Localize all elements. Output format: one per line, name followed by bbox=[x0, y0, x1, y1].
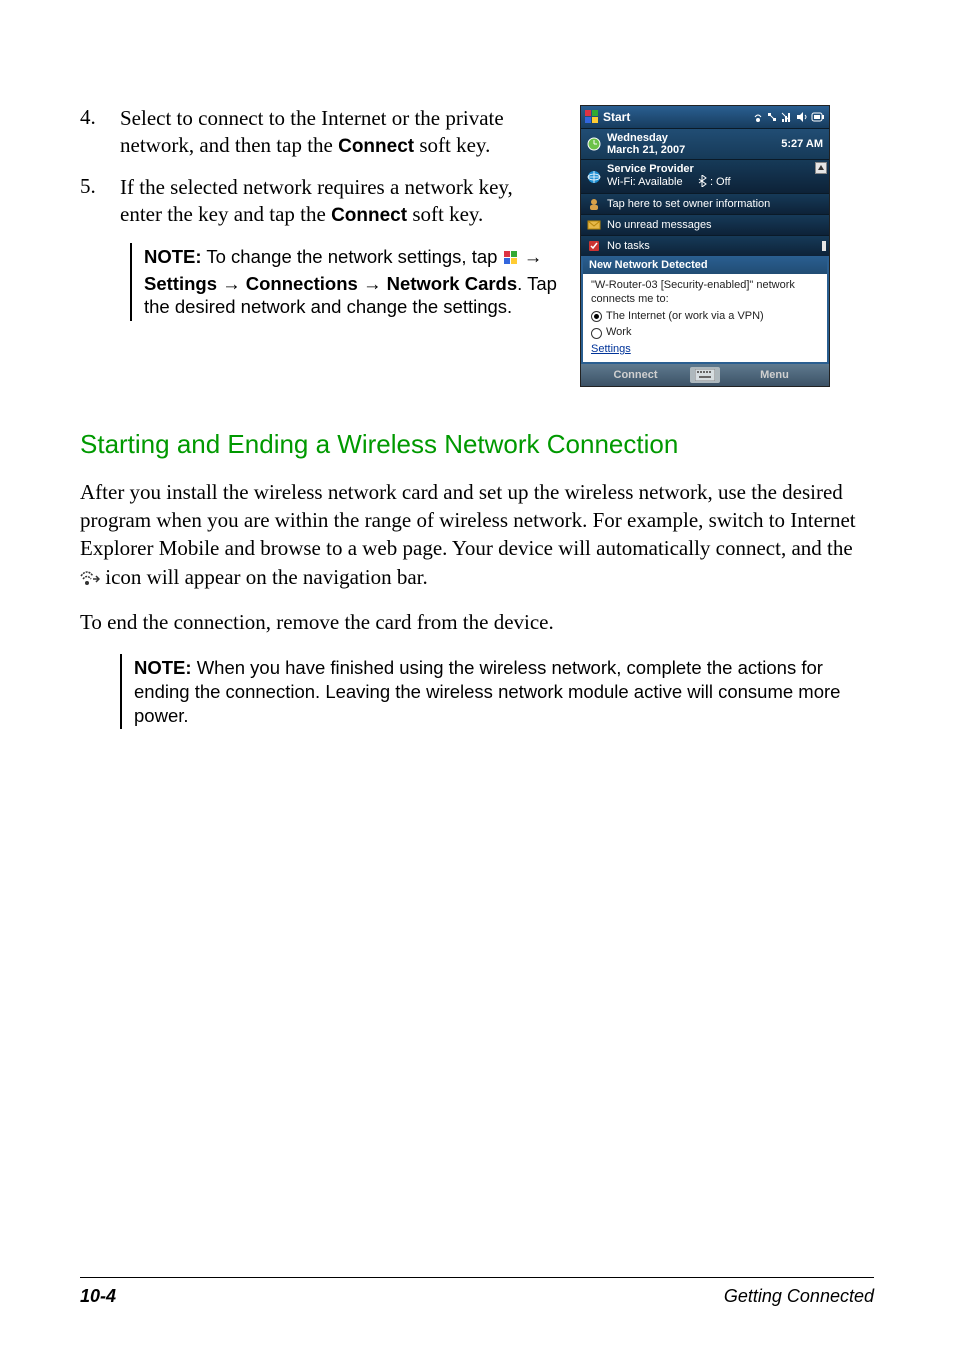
device-owner-text: Tap here to set owner information bbox=[607, 198, 770, 210]
signal-tray-icon bbox=[781, 111, 793, 123]
note-1-settings: Settings bbox=[144, 273, 217, 294]
device-screenshot: Start Wednesday March 21 bbox=[580, 105, 830, 387]
scroll-thumb[interactable] bbox=[822, 241, 826, 251]
wifi-connecting-icon bbox=[80, 566, 100, 594]
globe-icon bbox=[587, 170, 601, 184]
note-2-prefix: NOTE: bbox=[134, 657, 192, 678]
tasks-icon bbox=[587, 239, 601, 253]
body1-b: icon will appear on the navigation bar. bbox=[105, 565, 428, 589]
envelope-icon bbox=[587, 218, 601, 232]
bluetooth-icon bbox=[698, 175, 707, 190]
arrow-1: → bbox=[524, 246, 543, 267]
note-2-text: When you have finished using the wireles… bbox=[134, 657, 840, 725]
page-footer: 10-4 Getting Connected bbox=[80, 1277, 874, 1307]
radio-internet-label: The Internet (or work via a VPN) bbox=[606, 310, 764, 324]
connect-bold-2: Connect bbox=[331, 205, 407, 226]
device-date: March 21, 2007 bbox=[607, 144, 685, 156]
arrow-3: → bbox=[363, 273, 382, 294]
note-2: NOTE: When you have finished using the w… bbox=[120, 654, 864, 729]
step-4-number: 4. bbox=[80, 105, 120, 160]
popup-title: New Network Detected bbox=[583, 256, 827, 274]
device-provider-row[interactable]: Service Provider Wi-Fi: Available : Off bbox=[581, 159, 829, 193]
popup-settings-link[interactable]: Settings bbox=[591, 343, 631, 355]
step-5-b: soft key. bbox=[407, 202, 483, 226]
sip-keyboard-icon[interactable] bbox=[690, 367, 720, 383]
softkey-bar: Connect Menu bbox=[581, 364, 829, 386]
device-time: 5:27 AM bbox=[781, 138, 823, 150]
device-bt-off: : Off bbox=[707, 176, 731, 188]
device-title-bar[interactable]: Start bbox=[581, 106, 829, 128]
note-1: NOTE: To change the network settings, ta… bbox=[130, 243, 560, 321]
note-1-p1: To change the network settings, tap bbox=[202, 246, 503, 267]
radio-work-label: Work bbox=[606, 326, 631, 340]
device-tasks-row[interactable]: No tasks bbox=[581, 235, 829, 256]
battery-tray-icon bbox=[811, 111, 825, 123]
radio-button-icon[interactable] bbox=[591, 328, 602, 339]
note-1-connections: Connections bbox=[246, 273, 358, 294]
step-4-b: soft key. bbox=[414, 133, 490, 157]
step-4-text: Select to connect to the Internet or the… bbox=[120, 105, 560, 160]
start-flag-icon bbox=[503, 248, 519, 272]
radio-internet[interactable]: The Internet (or work via a VPN) bbox=[591, 310, 819, 324]
start-label[interactable]: Start bbox=[603, 110, 749, 124]
device-owner-row[interactable]: Tap here to set owner information bbox=[581, 193, 829, 214]
connect-tray-icon bbox=[766, 111, 778, 123]
body-paragraph-1: After you install the wireless network c… bbox=[80, 478, 874, 594]
step-5-text: If the selected network requires a netwo… bbox=[120, 174, 560, 229]
body1-a: After you install the wireless network c… bbox=[80, 480, 856, 561]
device-date-row[interactable]: Wednesday March 21, 2007 5:27 AM bbox=[581, 128, 829, 159]
device-day: Wednesday bbox=[607, 132, 685, 144]
windows-flag-icon[interactable] bbox=[585, 110, 599, 124]
radio-button-selected-icon[interactable] bbox=[591, 311, 602, 322]
note-1-prefix: NOTE: bbox=[144, 246, 202, 267]
footer-title: Getting Connected bbox=[724, 1286, 874, 1307]
device-unread-text: No unread messages bbox=[607, 219, 712, 231]
connect-bold-1: Connect bbox=[338, 136, 414, 157]
device-messages-row[interactable]: No unread messages bbox=[581, 214, 829, 235]
body-paragraph-2: To end the connection, remove the card f… bbox=[80, 608, 874, 636]
radio-work[interactable]: Work bbox=[591, 326, 819, 340]
device-wifi: Wi-Fi: Available bbox=[607, 176, 683, 188]
device-provider: Service Provider bbox=[607, 163, 731, 175]
section-heading: Starting and Ending a Wireless Network C… bbox=[80, 429, 874, 460]
footer-page-number: 10-4 bbox=[80, 1286, 116, 1307]
wifi-tray-icon bbox=[753, 111, 763, 123]
step-5-number: 5. bbox=[80, 174, 120, 229]
volume-tray-icon bbox=[796, 111, 808, 123]
owner-icon bbox=[587, 197, 601, 211]
softkey-menu[interactable]: Menu bbox=[720, 369, 829, 381]
device-tasks-text: No tasks bbox=[607, 240, 650, 252]
popup-network-line: "W-Router-03 [Security-enabled]" network… bbox=[591, 279, 819, 307]
softkey-connect[interactable]: Connect bbox=[581, 369, 690, 381]
scroll-up-button[interactable] bbox=[815, 162, 827, 174]
new-network-popup: New Network Detected "W-Router-03 [Secur… bbox=[581, 256, 829, 364]
note-1-network-cards: Network Cards bbox=[387, 273, 518, 294]
tray-icons bbox=[753, 111, 825, 123]
clock-icon bbox=[587, 137, 601, 151]
arrow-2: → bbox=[222, 273, 241, 294]
